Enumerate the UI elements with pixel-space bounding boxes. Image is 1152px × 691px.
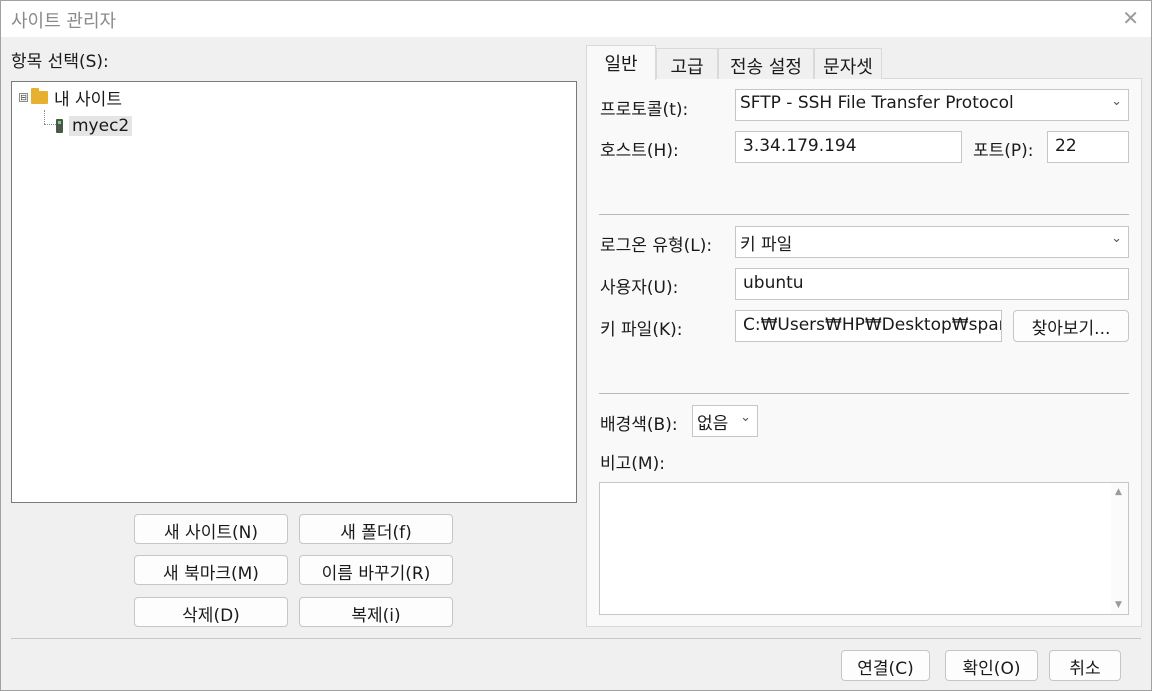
folder-icon bbox=[31, 87, 48, 104]
new-folder-button[interactable]: 새 폴더(f) bbox=[299, 514, 453, 544]
host-input[interactable]: 3.34.179.194 bbox=[735, 131, 962, 163]
background-color-label: 배경색(B): bbox=[600, 415, 678, 435]
logon-type-select-value: 키 파일 bbox=[740, 235, 793, 255]
logon-type-select[interactable]: 키 파일 ⌄ bbox=[735, 226, 1129, 258]
server-icon bbox=[56, 119, 63, 133]
new-bookmark-button[interactable]: 새 북마크(M) bbox=[134, 555, 288, 585]
port-input[interactable]: 22 bbox=[1047, 131, 1129, 163]
site-manager-window: 사이트 관리자 ✕ 항목 선택(S): ⊟ 내 사이트 myec2 새 사이트(… bbox=[0, 0, 1152, 691]
key-file-label: 키 파일(K): bbox=[600, 320, 683, 340]
user-label: 사용자(U): bbox=[600, 278, 679, 298]
browse-button[interactable]: 찾아보기... bbox=[1013, 310, 1129, 342]
divider bbox=[599, 393, 1129, 394]
background-color-select-value: 없음 bbox=[697, 414, 729, 434]
protocol-label: 프로토콜(t): bbox=[600, 100, 689, 120]
site-tree[interactable]: ⊟ 내 사이트 myec2 bbox=[11, 81, 577, 503]
close-icon[interactable]: ✕ bbox=[1122, 6, 1139, 30]
ok-button[interactable]: 확인(O) bbox=[945, 650, 1038, 681]
connect-button[interactable]: 연결(C) bbox=[841, 650, 930, 681]
new-site-button[interactable]: 새 사이트(N) bbox=[134, 514, 288, 544]
protocol-select-value: SFTP - SSH File Transfer Protocol bbox=[740, 93, 1014, 113]
protocol-select[interactable]: SFTP - SSH File Transfer Protocol ⌄ bbox=[735, 89, 1129, 121]
logon-type-label: 로그온 유형(L): bbox=[600, 236, 713, 256]
scroll-up-icon[interactable]: ▲ bbox=[1115, 487, 1122, 497]
background-color-select[interactable]: 없음 ⌄ bbox=[692, 405, 758, 437]
comment-scrollbar[interactable]: ▲ ▼ bbox=[1111, 483, 1128, 614]
tab-charset[interactable]: 문자셋 bbox=[814, 48, 882, 79]
port-label: 포트(P): bbox=[973, 141, 1034, 161]
cancel-button[interactable]: 취소 bbox=[1049, 650, 1121, 681]
collapse-icon[interactable]: ⊟ bbox=[19, 92, 28, 102]
key-file-input[interactable]: C:₩Users₩HP₩Desktop₩spart bbox=[735, 310, 1002, 342]
tree-connector bbox=[44, 124, 56, 125]
tab-advanced[interactable]: 고급 bbox=[656, 48, 718, 79]
tree-item-my-sites[interactable]: ⊟ 내 사이트 bbox=[19, 84, 122, 110]
tree-connector bbox=[44, 110, 45, 124]
chevron-down-icon: ⌄ bbox=[740, 410, 751, 425]
chevron-down-icon: ⌄ bbox=[1111, 94, 1122, 109]
window-title: 사이트 관리자 bbox=[11, 11, 117, 32]
rename-button[interactable]: 이름 바꾸기(R) bbox=[299, 555, 453, 585]
user-input[interactable]: ubuntu bbox=[735, 268, 1129, 300]
tree-item-myec2[interactable]: myec2 bbox=[56, 113, 133, 139]
tree-item-label: myec2 bbox=[69, 116, 133, 136]
tree-item-label: 내 사이트 bbox=[54, 89, 122, 110]
tab-general[interactable]: 일반 bbox=[586, 45, 656, 80]
tab-transfer-settings[interactable]: 전송 설정 bbox=[718, 48, 814, 79]
delete-button[interactable]: 삭제(D) bbox=[134, 597, 288, 627]
divider bbox=[599, 214, 1129, 215]
comment-label: 비고(M): bbox=[600, 454, 665, 474]
duplicate-button[interactable]: 복제(i) bbox=[299, 597, 453, 627]
scroll-down-icon[interactable]: ▼ bbox=[1115, 600, 1122, 610]
footer-divider bbox=[11, 638, 1141, 639]
comment-textarea[interactable]: ▲ ▼ bbox=[599, 482, 1129, 615]
chevron-down-icon: ⌄ bbox=[1111, 231, 1122, 246]
host-label: 호스트(H): bbox=[600, 141, 679, 161]
title-bar[interactable]: 사이트 관리자 ✕ bbox=[1, 1, 1151, 37]
select-entry-label: 항목 선택(S): bbox=[11, 52, 109, 72]
